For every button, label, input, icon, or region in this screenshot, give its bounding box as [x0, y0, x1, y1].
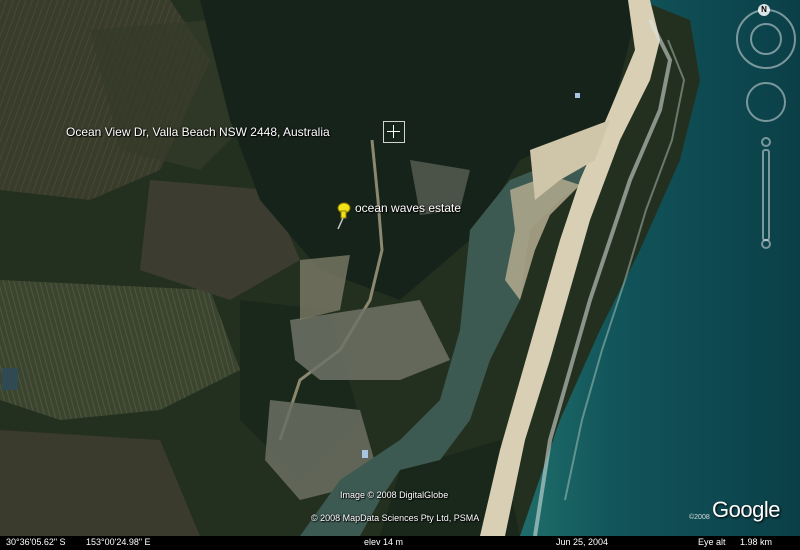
image-credit: Image © 2008 DigitalGlobe [340, 490, 449, 500]
look-joystick-icon[interactable] [746, 82, 786, 122]
google-logo: Google [712, 497, 780, 522]
satellite-map[interactable] [0, 0, 800, 536]
zoom-slider-icon[interactable] [759, 137, 771, 249]
address-label[interactable]: Ocean View Dr, Valla Beach NSW 2448, Aus… [66, 125, 330, 139]
imagery-date: Jun 25, 2004 [556, 537, 609, 547]
elevation-readout: elev 14 m [364, 537, 404, 547]
yellow-pushpin-icon[interactable] [332, 202, 352, 230]
eye-alt-label: Eye alt [698, 537, 726, 547]
logo-year: ©2008 [689, 514, 710, 521]
latitude-readout: 30°36'05.62" S [6, 537, 66, 547]
crosshair-icon [383, 121, 405, 143]
compass-ring-icon[interactable] [736, 9, 796, 69]
eye-alt-value: 1.98 km [740, 537, 773, 547]
compass-north[interactable]: N [758, 4, 770, 16]
longitude-readout: 153°00'24.98" E [86, 537, 151, 547]
placemark-label[interactable]: ocean waves estate [355, 201, 461, 215]
status-bar: 30°36'05.62" S 153°00'24.98" E elev 14 m… [0, 536, 800, 550]
data-credit: © 2008 MapData Sciences Pty Ltd, PSMA [311, 513, 480, 523]
